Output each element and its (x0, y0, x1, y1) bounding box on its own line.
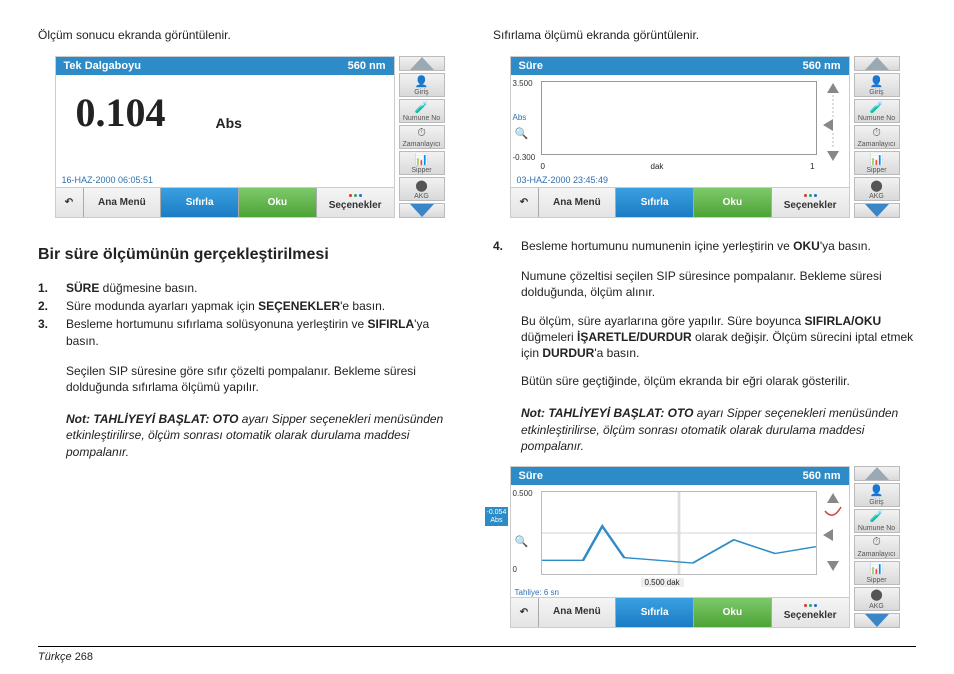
value-badge: -0.054Abs (485, 507, 509, 526)
left-para: Seçilen SIP süresine göre sıfır çözelti … (66, 363, 461, 395)
flask-icon: 🧪 (415, 100, 429, 114)
quality-button[interactable]: ⬤AKG (854, 177, 900, 201)
right-note: Not: TAHLİYEYİ BAŞLAT: OTO ayarı Sipper … (521, 405, 916, 454)
login-button[interactable]: 👤Giriş (854, 73, 900, 97)
scroll-down-button[interactable] (854, 203, 900, 218)
steps-list-right: 4.Besleme hortumunu numunenin içine yerl… (493, 236, 916, 256)
screenshot-time-blank: Süre 560 nm 3.500 Abs 🔍 -0.300 0 dak 1 (510, 56, 900, 218)
timer-button[interactable]: ⏱Zamanlayıcı (854, 125, 900, 149)
read-button[interactable]: Oku (694, 598, 772, 627)
zero-button[interactable]: Sıfırla (161, 188, 239, 217)
main-menu-button[interactable]: Ana Menü (84, 188, 162, 217)
right-para2: Bu ölçüm, süre ayarlarına göre yapılır. … (521, 313, 916, 362)
scroll-up-button[interactable] (854, 56, 900, 71)
options-button[interactable]: Seçenekler (772, 188, 849, 217)
scroll-down-button[interactable] (399, 203, 445, 218)
ss1-title: Tek Dalgaboyu (64, 60, 141, 72)
quality-button[interactable]: ⬤AKG (399, 177, 445, 201)
zero-button[interactable]: Sıfırla (616, 188, 694, 217)
zoom-icon[interactable]: 🔍 (515, 535, 529, 548)
clock-icon: ⏱ (415, 126, 429, 140)
sipper-button[interactable]: 📊Sipper (854, 151, 900, 175)
options-button[interactable]: Seçenekler (772, 598, 849, 627)
sipper-button[interactable]: 📊Sipper (399, 151, 445, 175)
timer-button[interactable]: ⏱Zamanlayıcı (399, 125, 445, 149)
right-para3: Bütün süre geçtiğinde, ölçüm ekranda bir… (521, 373, 916, 389)
read-button[interactable]: Oku (694, 188, 772, 217)
options-button[interactable]: Seçenekler (317, 188, 394, 217)
quality-button[interactable]: ⬤AKG (854, 587, 900, 611)
timer-button[interactable]: ⏱Zamanlayıcı (854, 535, 900, 559)
left-note: Not: TAHLİYEYİ BAŞLAT: OTO ayarı Sipper … (66, 411, 461, 460)
ss3-wavelength: 560 nm (803, 470, 841, 482)
screenshot-single-wavelength: Tek Dalgaboyu 560 nm 0.104 Abs 16-HAZ-20… (55, 56, 445, 218)
curve-plot (542, 492, 816, 574)
screenshot-time-curve: Süre 560 nm 0.500 -0.054Abs 🔍 0 (510, 466, 900, 628)
quality-icon: ⬤ (415, 178, 429, 192)
login-button[interactable]: 👤Giriş (399, 73, 445, 97)
back-icon: ↶ (65, 197, 73, 208)
main-menu-button[interactable]: Ana Menü (539, 598, 617, 627)
sample-id-button[interactable]: 🧪Numune No (854, 99, 900, 123)
ss2-title: Süre (519, 60, 543, 72)
scroll-up-button[interactable] (854, 466, 900, 481)
login-button[interactable]: 👤Giriş (854, 483, 900, 507)
section-heading: Bir süre ölçümünün gerçekleştirilmesi (38, 246, 461, 264)
back-button[interactable]: ↶ (511, 598, 539, 627)
steps-list-left: 1.SÜRE düğmesine basın. 2.Süre modunda a… (38, 278, 461, 351)
side-controls-icon (821, 81, 845, 163)
ss1-value: 0.104 (76, 89, 166, 136)
ss1-date: 16-HAZ-2000 06:05:51 (56, 173, 394, 187)
page-footer: Türkçe 268 (38, 646, 916, 663)
ss3-title: Süre (519, 470, 543, 482)
scroll-down-button[interactable] (854, 613, 900, 628)
scroll-up-button[interactable] (399, 56, 445, 71)
right-intro: Sıfırlama ölçümü ekranda görüntülenir. (493, 28, 916, 42)
chevron-down-icon (410, 204, 434, 217)
left-intro: Ölçüm sonucu ekranda görüntülenir. (38, 28, 461, 42)
person-icon: 👤 (415, 74, 429, 88)
right-para1: Numune çözeltisi seçilen SIP süresince p… (521, 268, 916, 300)
ss2-wavelength: 560 nm (803, 60, 841, 72)
chevron-up-icon (410, 57, 434, 70)
back-button[interactable]: ↶ (56, 188, 84, 217)
back-button[interactable]: ↶ (511, 188, 539, 217)
zero-button[interactable]: Sıfırla (616, 598, 694, 627)
side-controls-icon (821, 491, 845, 573)
ss1-wavelength: 560 nm (348, 60, 386, 72)
read-button[interactable]: Oku (239, 188, 317, 217)
ss1-unit: Abs (216, 115, 242, 131)
ss2-date: 03-HAZ-2000 23:45:49 (511, 173, 849, 187)
sample-id-button[interactable]: 🧪Numune No (399, 99, 445, 123)
sample-id-button[interactable]: 🧪Numune No (854, 509, 900, 533)
sipper-icon: 📊 (415, 152, 429, 166)
zoom-icon[interactable]: 🔍 (515, 127, 529, 140)
main-menu-button[interactable]: Ana Menü (539, 188, 617, 217)
sipper-button[interactable]: 📊Sipper (854, 561, 900, 585)
